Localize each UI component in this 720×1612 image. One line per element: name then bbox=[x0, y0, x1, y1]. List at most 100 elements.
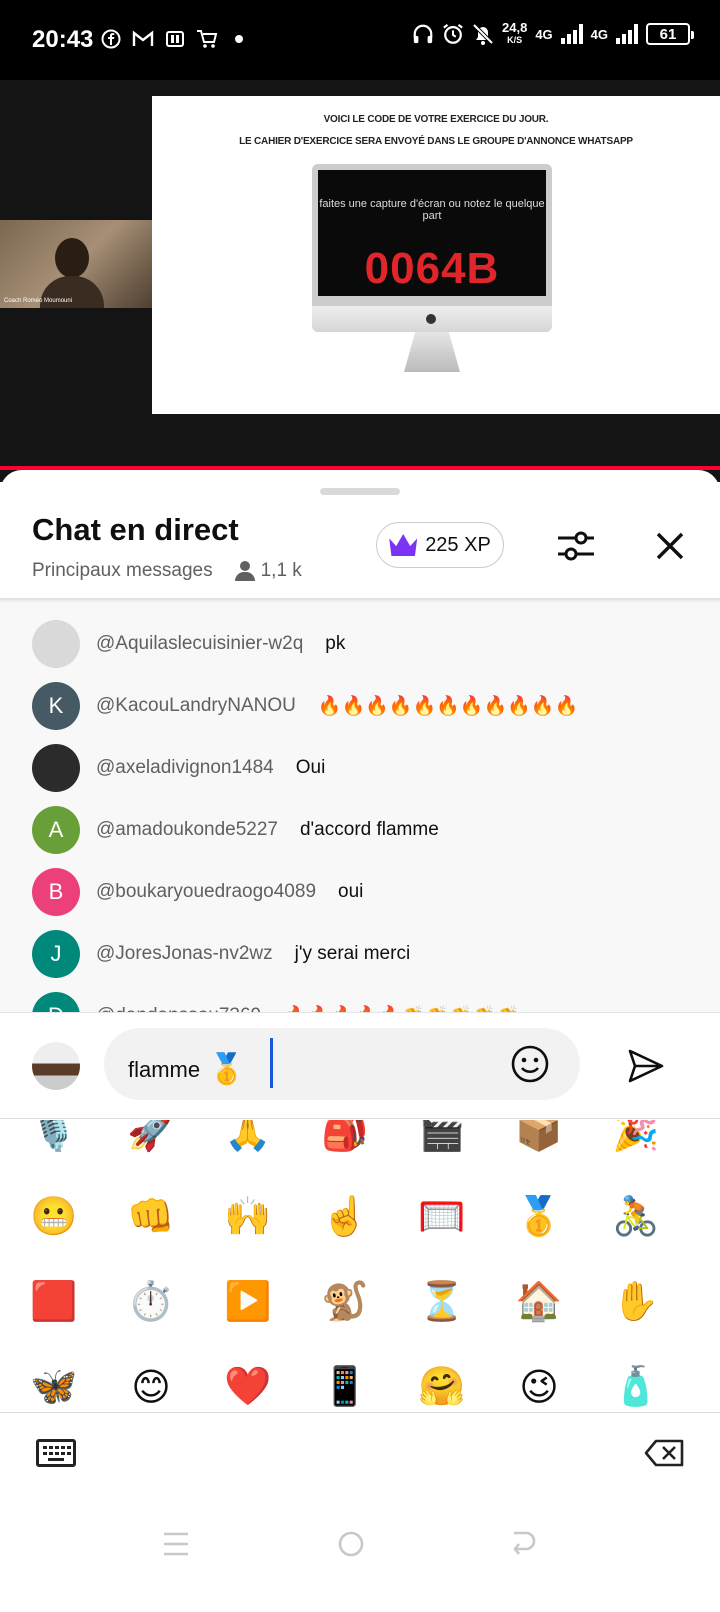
network-type-2: 4G bbox=[590, 26, 608, 42]
chat-mode[interactable]: Principaux messages bbox=[32, 560, 213, 582]
sticker[interactable]: 🎒 bbox=[319, 1120, 371, 1158]
drag-handle[interactable] bbox=[320, 488, 400, 495]
crown-icon bbox=[389, 534, 418, 556]
status-bar: 20:43 24,8 K/S 4G 4G 61 bbox=[0, 0, 720, 80]
chat-message[interactable]: J @JoresJonas-nv2wz j'y serai merci bbox=[32, 930, 410, 978]
sticker[interactable]: ⏱️ bbox=[125, 1276, 177, 1328]
gmail-icon bbox=[132, 28, 154, 50]
backspace-icon[interactable] bbox=[644, 1439, 684, 1467]
app-icon bbox=[164, 28, 186, 50]
emoji-button[interactable] bbox=[510, 1044, 550, 1084]
sticker[interactable]: 😬 bbox=[28, 1191, 80, 1243]
medal-sticker: 🥇 bbox=[208, 1053, 246, 1086]
text-caret bbox=[270, 1038, 273, 1088]
recent-apps-icon[interactable] bbox=[162, 1530, 190, 1558]
message-author[interactable]: @amadoukonde5227 bbox=[96, 819, 278, 841]
sticker[interactable]: 🥇 bbox=[513, 1191, 565, 1243]
video-player[interactable]: VOICI LE CODE DE VOTRE EXERCICE DU JOUR.… bbox=[0, 80, 720, 482]
message-author[interactable]: @KacouLandryNANOU bbox=[96, 695, 296, 717]
chat-message[interactable]: @axeladivignon1484 Oui bbox=[32, 744, 325, 792]
slide-line-2: LE CAHIER D'EXERCICE SERA ENVOYÉ DANS LE… bbox=[239, 136, 633, 147]
picker-toolbar bbox=[0, 1412, 720, 1492]
home-icon[interactable] bbox=[337, 1530, 365, 1558]
keyboard-icon[interactable] bbox=[36, 1439, 76, 1467]
chat-input-row: flamme 🥇 bbox=[0, 1014, 720, 1118]
alarm-icon bbox=[442, 23, 464, 45]
message-text: Oui bbox=[295, 757, 326, 778]
sticker[interactable]: 🙌 bbox=[222, 1191, 274, 1243]
message-author[interactable]: @boukaryouedraogo4089 bbox=[96, 881, 316, 903]
avatar[interactable]: B bbox=[32, 868, 80, 916]
sticker[interactable]: 🚀 bbox=[125, 1120, 177, 1158]
message-list[interactable]: @Aquilaslecuisinier-w2q pk K @KacouLandryNA… bbox=[0, 602, 720, 1012]
notification-icons bbox=[100, 28, 250, 50]
sticker[interactable]: ❤️ bbox=[222, 1361, 274, 1412]
sticker[interactable]: ☝️ bbox=[319, 1191, 371, 1243]
sticker[interactable]: 🥅 bbox=[416, 1191, 468, 1243]
sticker[interactable]: 🙏 bbox=[222, 1120, 274, 1158]
close-button[interactable] bbox=[652, 528, 688, 564]
sticker[interactable]: 😊 bbox=[125, 1361, 177, 1412]
chat-message[interactable]: D @dandanssou7369 🔥🔥🔥🔥🔥👏👏👏👏👏 bbox=[32, 992, 520, 1012]
message-text: 🔥🔥🔥🔥🔥🔥🔥🔥🔥🔥🔥 bbox=[317, 696, 579, 717]
sticker[interactable]: 👊 bbox=[125, 1191, 177, 1243]
signal-icon-2 bbox=[616, 24, 638, 44]
sticker-picker[interactable]: 🎙️ 🚀 🙏 🎒 🎬 📦 🎉 😬 👊 🙌 ☝️ 🥅 🥇 🚴 🟥 ⏱️ ▶️ 🐒 ⏳ 🏠 ✋ 🦋 😊 ❤️ 📱 🤗 😉 🧴 bbox=[0, 1120, 720, 1412]
slide-line-1: VOICI LE CODE DE VOTRE EXERCICE DU JOUR. bbox=[323, 114, 549, 125]
sticker[interactable]: ✋ bbox=[610, 1276, 662, 1328]
sticker[interactable]: 😉 bbox=[513, 1361, 565, 1412]
avatar[interactable] bbox=[32, 620, 80, 668]
screen-message: faites une capture d'écran ou notez le q… bbox=[319, 198, 545, 222]
sticker[interactable]: 🧴 bbox=[610, 1361, 662, 1412]
webcam-thumbnail: Coach Roméo Moumouni bbox=[0, 220, 152, 308]
sliders-icon bbox=[558, 531, 594, 561]
avatar[interactable]: J bbox=[32, 930, 80, 978]
chat-input-value: flamme bbox=[128, 1056, 201, 1082]
sticker[interactable]: 🤗 bbox=[416, 1361, 468, 1412]
chat-message[interactable]: @Aquilaslecuisinier-w2q pk bbox=[32, 620, 345, 668]
message-author[interactable]: @JoresJonas-nv2wz bbox=[96, 943, 273, 965]
sticker[interactable]: 📱 bbox=[319, 1361, 371, 1412]
chat-message[interactable]: K @KacouLandryNANOU 🔥🔥🔥🔥🔥🔥🔥🔥🔥🔥🔥 bbox=[32, 682, 578, 730]
chat-message[interactable]: A @amadoukonde5227 d'accord flamme bbox=[32, 806, 439, 854]
message-author[interactable]: @axeladivignon1484 bbox=[96, 757, 274, 779]
sticker[interactable]: 🏠 bbox=[513, 1276, 565, 1328]
avatar[interactable] bbox=[32, 744, 80, 792]
sticker[interactable]: 🦋 bbox=[28, 1361, 80, 1412]
send-button[interactable] bbox=[626, 1046, 666, 1086]
chat-message[interactable]: B @boukaryouedraogo4089 oui bbox=[32, 868, 363, 916]
send-icon bbox=[628, 1049, 664, 1083]
live-chat-panel: Chat en direct Principaux messages 1,1 k… bbox=[0, 470, 720, 1612]
sticker[interactable]: 🎬 bbox=[416, 1120, 468, 1158]
sticker[interactable]: 🟥 bbox=[28, 1276, 80, 1328]
xp-value: 225 XP bbox=[425, 533, 491, 556]
sticker[interactable]: ⏳ bbox=[416, 1276, 468, 1328]
avatar[interactable]: D bbox=[32, 992, 80, 1012]
sticker[interactable]: 🎉 bbox=[610, 1120, 662, 1158]
system-nav-bar bbox=[0, 1492, 720, 1612]
avatar[interactable]: K bbox=[32, 682, 80, 730]
avatar[interactable]: A bbox=[32, 806, 80, 854]
filter-settings-button[interactable] bbox=[554, 526, 598, 566]
back-icon[interactable] bbox=[510, 1530, 538, 1558]
chat-input[interactable]: flamme 🥇 bbox=[104, 1028, 580, 1100]
chat-subtitle: Principaux messages 1,1 k bbox=[32, 560, 302, 582]
sticker[interactable]: 🚴 bbox=[610, 1191, 662, 1243]
person-icon bbox=[234, 561, 255, 581]
message-author[interactable]: @dandanssou7369 bbox=[96, 1005, 261, 1012]
mute-icon bbox=[472, 23, 494, 45]
sticker[interactable]: 🎙️ bbox=[28, 1120, 80, 1158]
network-speed: 24,8 K/S bbox=[502, 20, 528, 45]
facebook-icon bbox=[100, 28, 122, 50]
sticker[interactable]: ▶️ bbox=[222, 1276, 274, 1328]
sticker[interactable]: 🐒 bbox=[319, 1276, 371, 1328]
message-author[interactable]: @Aquilaslecuisinier-w2q bbox=[96, 633, 303, 655]
cart-icon bbox=[196, 28, 218, 50]
xp-badge[interactable]: 225 XP bbox=[376, 522, 504, 568]
my-avatar bbox=[32, 1042, 80, 1090]
status-time: 20:43 bbox=[32, 26, 94, 53]
camera-name: Coach Roméo Moumouni bbox=[4, 298, 73, 304]
message-text: 🔥🔥🔥🔥🔥👏👏👏👏👏 bbox=[283, 1004, 520, 1012]
dot-icon bbox=[228, 28, 250, 50]
sticker[interactable]: 📦 bbox=[513, 1120, 565, 1158]
